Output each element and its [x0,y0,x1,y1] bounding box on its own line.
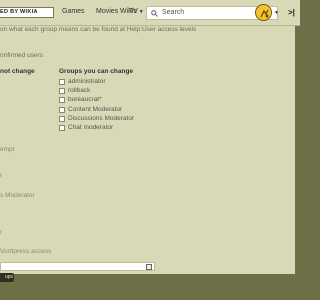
group-label: rollback [68,87,91,94]
chevron-down-icon: ▼ [138,9,144,15]
reason-input[interactable] [0,262,155,271]
group-label: Chat moderator [68,124,114,131]
fandom-logo[interactable]: ED BY WIKIA [0,7,54,18]
user-avatar[interactable] [255,4,272,21]
search-placeholder: Search [162,9,185,16]
unconfirmed-users-text: onfirmed users [0,52,43,59]
cannot-change-group: empt [0,146,15,153]
cannot-change-group: r [0,229,3,236]
resize-handle-icon[interactable] [146,264,152,270]
chat-moderator-checkbox[interactable] [59,125,65,131]
groups-cannot-change-header: not change [0,68,35,75]
help-info-line: on what each group means can be found at… [0,26,197,33]
group-label: administrator [68,78,106,85]
discussions-moderator-checkbox[interactable] [59,116,65,122]
user-rights-panel: on what each group means can be found at… [0,26,295,274]
bureaucrat-checkbox[interactable] [59,97,65,103]
cannot-change-group: s Moderator [0,192,35,199]
cannot-change-group: r [0,172,3,179]
search-icon [151,10,158,17]
group-label: bureaucrat* [68,96,102,103]
user-menu-chevron-icon[interactable]: ▼ [274,10,279,16]
content-moderator-checkbox[interactable] [59,107,65,113]
save-user-groups-button[interactable]: ups [0,273,14,282]
nav-movies[interactable]: Movies [96,8,118,15]
groups-can-change-header: Groups you can change [59,68,134,75]
administrator-checkbox[interactable] [59,79,65,85]
nav-games[interactable]: Games [62,8,85,15]
cannot-change-group: Vordpress access [0,248,52,255]
group-label: Discussions Moderator [68,115,135,122]
rail-toggle-icon[interactable]: >| [288,8,295,17]
nav-wikis-label: Wikis [120,8,137,15]
rollback-checkbox[interactable] [59,88,65,94]
nav-wikis[interactable]: Wikis ▼ [120,8,144,15]
group-label: Content Moderator [68,106,123,113]
global-navigation: ED BY WIKIA Games Movies TV Wikis ▼ Searc… [0,0,300,26]
